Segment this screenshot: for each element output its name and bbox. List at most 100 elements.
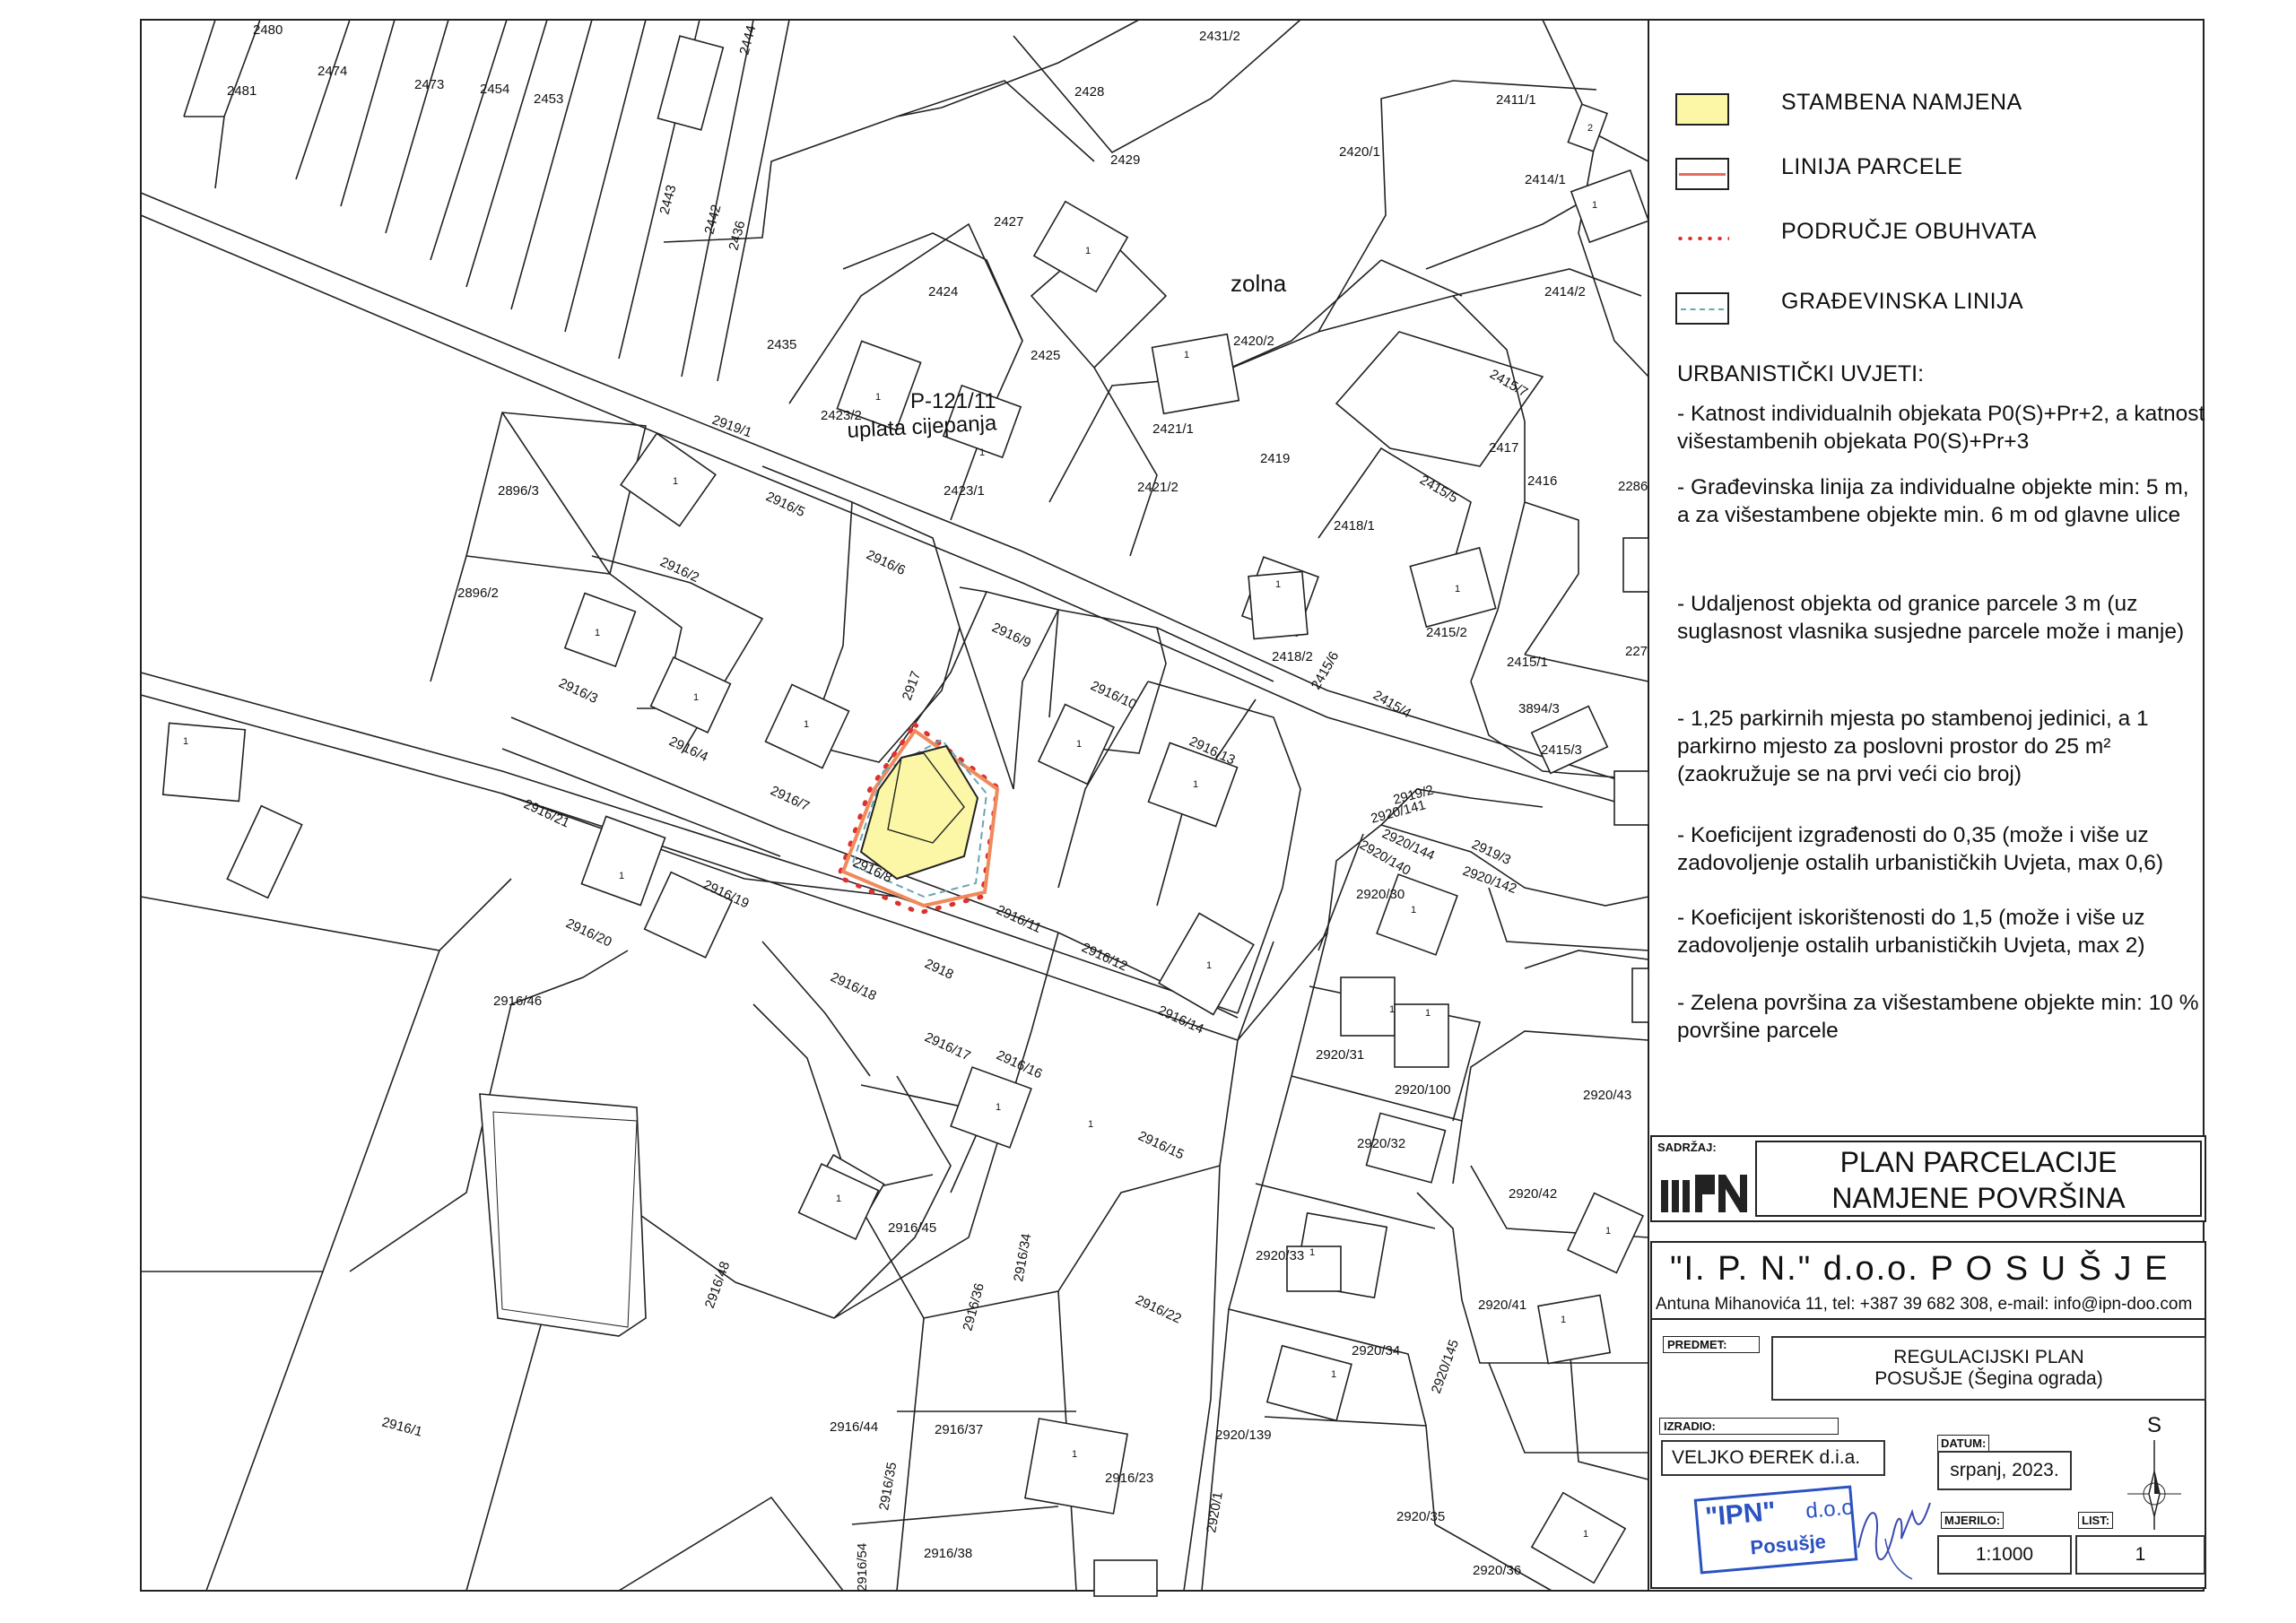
stamp-text-1: "IPN" [1704, 1497, 1778, 1532]
company-address: Antuna Mihanovića 11, tel: +387 39 682 3… [1656, 1295, 2193, 1314]
svg-text:1: 1 [1425, 1008, 1431, 1019]
svg-text:2416: 2416 [1527, 473, 1557, 489]
svg-text:2414/2: 2414/2 [1544, 284, 1586, 299]
svg-text:2920/43: 2920/43 [1583, 1088, 1631, 1103]
svg-text:2916/36: 2916/36 [960, 1281, 987, 1332]
svg-text:zolna: zolna [1231, 270, 1287, 297]
svg-text:2286: 2286 [1618, 479, 1648, 494]
svg-text:1: 1 [836, 1193, 841, 1204]
svg-text:2415/6: 2415/6 [1309, 649, 1343, 692]
svg-text:2916/45: 2916/45 [888, 1220, 936, 1236]
svg-text:2443: 2443 [657, 183, 679, 216]
legend-label: LINIJA PARCELE [1781, 154, 1963, 179]
sheet-value: 1 [2075, 1535, 2205, 1575]
legend-label: STAMBENA NAMJENA [1781, 90, 2022, 115]
red-dotted-icon [1675, 222, 1729, 255]
svg-text:1: 1 [1076, 739, 1082, 750]
condition-2: - Građevinska linija za individualne obj… [1677, 475, 2189, 527]
legend-item-building-line: GRAĐEVINSKA LINIJA [1675, 285, 2196, 328]
svg-text:2916/1: 2916/1 [380, 1414, 424, 1439]
svg-text:2418/1: 2418/1 [1334, 518, 1375, 534]
plan-sheet: 2480 2474 2481 2473 2454 2453 2444 2443 2442… [0, 0, 2296, 1623]
condition-3: - Udaljenost objekta od granice parcele … [1677, 592, 2185, 644]
legend-label: PODRUČJE OBUHVATA [1781, 219, 2037, 244]
content-label: SADRŽAJ: [1657, 1141, 1717, 1154]
legend-item-coverage-area: PODRUČJE OBUHVATA [1675, 215, 2196, 258]
dashed-line-icon [1675, 292, 1729, 325]
svg-text:2916/10: 2916/10 [1088, 678, 1138, 712]
svg-text:1: 1 [673, 476, 678, 487]
svg-text:3894/3: 3894/3 [1518, 701, 1560, 716]
legend-item-residential: STAMBENA NAMJENA [1675, 86, 2196, 129]
svg-text:2428: 2428 [1074, 84, 1104, 100]
subject-label: PREDMET: [1663, 1336, 1760, 1353]
svg-text:2425: 2425 [1031, 348, 1060, 363]
svg-text:1: 1 [996, 1102, 1001, 1113]
svg-text:2415/4: 2415/4 [1370, 688, 1413, 722]
plan-title-line-2: NAMJENE POVRŠINA [1831, 1182, 2126, 1214]
svg-text:1: 1 [1072, 1449, 1077, 1460]
stamp-text-2: d.o.o [1805, 1495, 1855, 1523]
svg-text:1: 1 [1455, 584, 1460, 595]
svg-text:2916/37: 2916/37 [935, 1422, 983, 1437]
svg-text:2917: 2917 [900, 669, 924, 702]
svg-text:2415/2: 2415/2 [1426, 625, 1467, 640]
company-name: "I. P. N." d.o.o. P O S U Š J E [1670, 1250, 2170, 1288]
svg-text:P-121/11: P-121/11 [910, 389, 996, 413]
north-arrow-icon [2118, 1440, 2190, 1530]
svg-text:1: 1 [693, 692, 699, 703]
svg-text:2444: 2444 [736, 23, 759, 56]
svg-text:2916/48: 2916/48 [702, 1260, 734, 1311]
svg-text:2920/100: 2920/100 [1395, 1082, 1451, 1098]
svg-text:2421/1: 2421/1 [1152, 421, 1194, 437]
svg-text:2435: 2435 [767, 337, 796, 352]
legend-item-parcel-line: LINIJA PARCELE [1675, 151, 2196, 194]
condition-7: - Zelena površina za višestambene objekt… [1677, 991, 2199, 1043]
conditions-title: URBANISTIČKI UVJETI: [1677, 361, 1925, 386]
svg-text:2916/6: 2916/6 [864, 547, 908, 578]
condition-6: - Koeficijent iskorištenosti do 1,5 (mož… [1677, 906, 2145, 958]
scale-value: 1:1000 [1937, 1535, 2072, 1575]
company-block: "I. P. N." d.o.o. P O S U Š J E Antuna M… [1650, 1241, 2206, 1589]
svg-text:2916/34: 2916/34 [1011, 1232, 1034, 1282]
svg-text:2431/2: 2431/2 [1199, 29, 1240, 44]
svg-text:2920/36: 2920/36 [1473, 1563, 1521, 1578]
svg-text:2916/15: 2916/15 [1135, 1128, 1186, 1162]
svg-text:2920/30: 2920/30 [1356, 887, 1405, 902]
svg-text:2418/2: 2418/2 [1272, 649, 1313, 664]
author-label: IZRADIO: [1659, 1418, 1839, 1435]
svg-text:1: 1 [1592, 200, 1597, 211]
date-value: srpanj, 2023. [1937, 1451, 2072, 1490]
svg-text:2481: 2481 [227, 83, 257, 99]
svg-text:2919/1: 2919/1 [710, 412, 754, 441]
svg-text:2916/23: 2916/23 [1105, 1471, 1153, 1486]
svg-text:1: 1 [1206, 960, 1212, 971]
svg-text:2916/35: 2916/35 [876, 1461, 900, 1511]
condition-5: - Koeficijent izgrađenosti do 0,35 (može… [1677, 823, 2163, 875]
subject-box: REGULACIJSKI PLAN POSUŠJE (Šegina ograda… [1771, 1336, 2206, 1401]
stamp-text-3: Posušje [1749, 1530, 1827, 1559]
svg-text:2415/5: 2415/5 [1417, 473, 1460, 507]
svg-text:2427: 2427 [994, 214, 1023, 230]
svg-text:1: 1 [1085, 246, 1091, 256]
svg-text:2453: 2453 [534, 91, 563, 107]
svg-text:2415/1: 2415/1 [1507, 655, 1548, 670]
svg-text:2920/31: 2920/31 [1316, 1047, 1364, 1063]
svg-text:1: 1 [183, 736, 188, 747]
svg-text:2442: 2442 [701, 203, 724, 236]
svg-text:2916/38: 2916/38 [924, 1546, 972, 1561]
svg-text:1: 1 [1605, 1226, 1611, 1237]
svg-text:2918: 2918 [922, 956, 955, 983]
red-line-icon [1675, 158, 1729, 190]
svg-text:1: 1 [1561, 1315, 1566, 1325]
svg-text:2415/7: 2415/7 [1487, 367, 1530, 401]
svg-text:2916/20: 2916/20 [563, 916, 613, 950]
svg-text:1: 1 [1193, 779, 1198, 790]
svg-text:2920/42: 2920/42 [1509, 1186, 1557, 1202]
svg-text:2916/2: 2916/2 [657, 554, 701, 586]
svg-text:1: 1 [1389, 1004, 1395, 1015]
yellow-fill-icon [1675, 93, 1729, 126]
svg-text:2916/14: 2916/14 [1155, 1002, 1205, 1037]
legend-panel: STAMBENA NAMJENA LINIJA PARCELE PODRUČJE… [1648, 16, 2205, 1139]
svg-text:2920/35: 2920/35 [1396, 1509, 1445, 1524]
